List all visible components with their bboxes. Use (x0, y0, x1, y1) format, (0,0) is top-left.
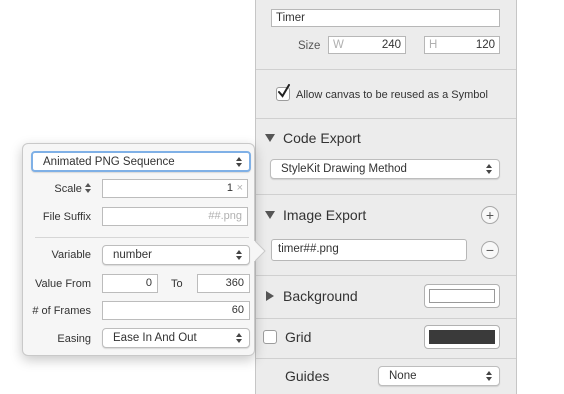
scale-unit: × (236, 182, 243, 194)
popover-divider (35, 237, 249, 238)
separator (256, 318, 516, 319)
separator (256, 118, 516, 119)
scale-stepper-icon (85, 183, 91, 193)
stepper-arrows-icon (486, 371, 492, 381)
image-export-filename-field[interactable]: timer##.png (271, 239, 467, 261)
width-value: 240 (381, 39, 401, 51)
file-suffix-placeholder: ##.png (208, 210, 242, 222)
variable-select[interactable]: number (102, 245, 250, 265)
value-from-value: 0 (145, 277, 152, 289)
width-field[interactable]: W 240 (328, 36, 406, 54)
stepper-arrows-icon (236, 250, 242, 260)
width-prefix: W (333, 39, 344, 51)
easing-value: Ease In And Out (113, 332, 197, 344)
grid-color-swatch (429, 330, 495, 344)
frames-field[interactable]: 60 (102, 301, 250, 320)
image-export-filename: timer##.png (278, 243, 339, 255)
separator (256, 358, 516, 359)
easing-select[interactable]: Ease In And Out (102, 328, 250, 348)
file-suffix-label: File Suffix (42, 211, 91, 223)
stepper-arrows-icon (486, 164, 492, 174)
variable-label: Variable (51, 249, 91, 261)
code-export-method-select[interactable]: StyleKit Drawing Method (270, 159, 500, 179)
grid-checkbox[interactable] (263, 330, 277, 344)
background-color-swatch (429, 289, 495, 303)
guides-select[interactable]: None (378, 366, 500, 386)
value-from-field[interactable]: 0 (102, 274, 158, 293)
add-icon[interactable]: + (481, 206, 499, 224)
value-from-label: Value From (34, 278, 91, 290)
disclosure-expanded-icon[interactable] (265, 211, 275, 219)
popover-arrow (254, 240, 266, 262)
canvas-name-field[interactable]: Timer (271, 9, 500, 27)
disclosure-expanded-icon[interactable] (265, 134, 275, 142)
allow-symbol-checkbox[interactable] (276, 84, 290, 101)
remove-icon[interactable]: − (481, 241, 499, 259)
scale-value: 1 (226, 182, 233, 194)
scale-label-text: Scale (54, 183, 82, 195)
value-to-field[interactable]: 360 (197, 274, 250, 293)
guides-value: None (389, 370, 417, 382)
frames-label: # of Frames (32, 305, 91, 317)
export-format-value: Animated PNG Sequence (43, 155, 175, 168)
background-color-well[interactable] (424, 284, 500, 308)
to-label: To (171, 278, 183, 290)
checkmark-icon (278, 84, 290, 98)
stepper-arrows-icon (236, 156, 242, 167)
easing-label: Easing (57, 333, 91, 345)
guides-title: Guides (285, 368, 330, 384)
file-suffix-field[interactable]: ##.png (102, 207, 248, 226)
code-export-method-value: StyleKit Drawing Method (281, 163, 407, 175)
canvas-name-value: Timer (276, 12, 305, 24)
height-value: 120 (475, 39, 495, 51)
image-export-options-popover: Animated PNG Sequence Scale 1 × File Suf… (22, 143, 266, 356)
scale-field[interactable]: 1 × (102, 179, 248, 198)
separator (256, 69, 516, 70)
export-format-select[interactable]: Animated PNG Sequence (31, 151, 251, 172)
value-to-value: 360 (225, 277, 244, 289)
code-export-title: Code Export (283, 130, 361, 146)
scale-label[interactable]: Scale (33, 183, 91, 195)
grid-title: Grid (285, 329, 312, 345)
separator (256, 194, 516, 195)
height-field[interactable]: H 120 (424, 36, 500, 54)
grid-color-well[interactable] (424, 325, 500, 349)
size-label: Size (298, 40, 321, 52)
variable-value: number (113, 249, 152, 261)
frames-value: 60 (231, 304, 244, 316)
background-title: Background (283, 288, 358, 304)
height-prefix: H (429, 39, 438, 51)
inspector-panel: Timer Size W 240 H 120 Allow canvas to b… (255, 0, 517, 394)
disclosure-collapsed-icon[interactable] (266, 291, 274, 301)
image-export-title: Image Export (283, 207, 367, 223)
separator (256, 275, 516, 276)
allow-symbol-label: Allow canvas to be reused as a Symbol (296, 89, 488, 101)
stepper-arrows-icon (236, 333, 242, 343)
